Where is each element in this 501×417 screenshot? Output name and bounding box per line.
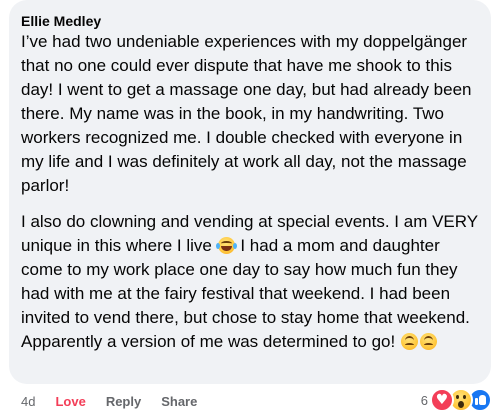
comment-paragraph-1: I’ve had two undeniable experiences with… (21, 32, 472, 195)
comment-author[interactable]: Ellie Medley (21, 12, 479, 30)
upside-down-face-emoji-icon (419, 333, 437, 350)
laughing-crying-emoji-icon (215, 237, 237, 254)
reaction-summary[interactable]: 6 (421, 388, 492, 412)
upside-down-face-emoji-icon (400, 333, 418, 350)
comment-timestamp[interactable]: 4d (21, 394, 35, 409)
share-button[interactable]: Share (161, 394, 197, 409)
heart-reaction-icon (430, 388, 454, 412)
comment-actions: 4d Love Reply Share (21, 391, 197, 411)
comment-paragraph-2: I also do clowning and vending at specia… (21, 210, 479, 354)
reply-button[interactable]: Reply (106, 394, 141, 409)
reaction-count: 6 (420, 392, 428, 408)
love-button[interactable]: Love (55, 394, 85, 409)
comment-bubble: Ellie Medley I’ve had two undeniable exp… (9, 0, 491, 384)
